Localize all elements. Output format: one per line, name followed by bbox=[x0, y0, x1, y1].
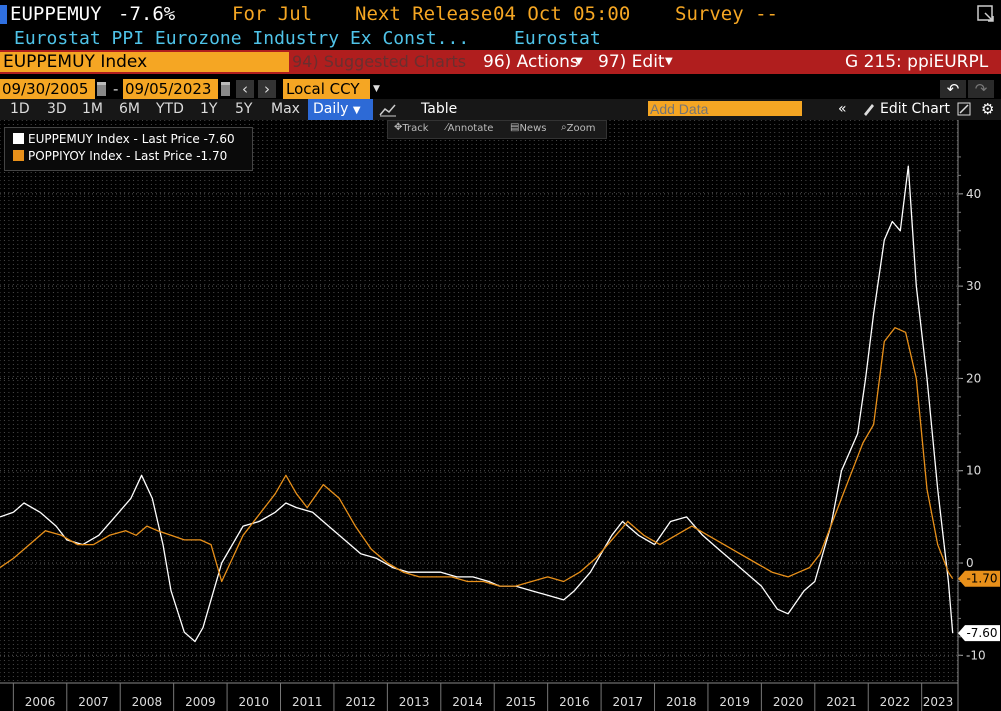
y-tick-label: 30 bbox=[966, 279, 981, 293]
legend[interactable]: EUPPEMUY Index - Last Price -7.60 POPPIY… bbox=[4, 127, 253, 171]
end-date-input[interactable]: 09/05/2023 bbox=[123, 79, 218, 99]
news-tool[interactable]: ▤ News bbox=[510, 122, 546, 134]
news-label: News bbox=[519, 123, 547, 134]
x-tick-label: 2020 bbox=[773, 695, 804, 709]
period-5y[interactable]: 5Y bbox=[235, 99, 252, 120]
legend-swatch-1 bbox=[13, 133, 24, 144]
y-tick-label: 40 bbox=[966, 187, 981, 201]
x-tick-label: 2007 bbox=[78, 695, 109, 709]
legend-item-2[interactable]: POPPIYOY Index - Last Price -1.70 bbox=[13, 149, 227, 163]
y-tick-label: -10 bbox=[966, 648, 986, 662]
x-tick-label: 2023 bbox=[923, 695, 954, 709]
end-calendar-icon[interactable] bbox=[221, 82, 230, 96]
ticker[interactable]: EUPPEMUY bbox=[10, 0, 102, 28]
x-tick-label: 2015 bbox=[506, 695, 537, 709]
edit-chart-button[interactable]: Edit Chart bbox=[880, 99, 950, 120]
plot-background bbox=[0, 120, 958, 683]
description: Eurostat PPI Eurozone Industry Ex Const.… bbox=[14, 28, 470, 49]
date-range-bar: 09/30/2005 - 09/05/2023 ‹ › Local CCY ▼ … bbox=[0, 79, 1001, 101]
x-tick-label: 2021 bbox=[826, 695, 857, 709]
collapse-icon[interactable]: « bbox=[838, 99, 847, 120]
zoom-tool[interactable]: ⌕ Zoom bbox=[561, 122, 595, 134]
source: Eurostat bbox=[514, 28, 601, 49]
x-tick-label: 2011 bbox=[292, 695, 323, 709]
y-tick-label: 10 bbox=[966, 464, 981, 478]
period-bar: 1D 3D 1M 6M YTD 1Y 5Y Max Daily ▼ Table … bbox=[0, 99, 1001, 120]
last-price-label-2: -1.70 bbox=[966, 572, 997, 586]
chart-id: G 215: ppiEURPL bbox=[845, 52, 989, 72]
table-button[interactable]: Table bbox=[421, 99, 457, 120]
start-calendar-icon[interactable] bbox=[97, 82, 106, 96]
suggested-charts-button[interactable]: 94) Suggested Charts bbox=[292, 50, 466, 74]
pencil-icon bbox=[862, 101, 876, 121]
zoom-label: Zoom bbox=[566, 123, 596, 134]
line-chart-icon[interactable] bbox=[379, 101, 397, 121]
annotate-label: Annotate bbox=[447, 123, 494, 134]
ticker-flag bbox=[0, 5, 7, 24]
x-tick-label: 2006 bbox=[25, 695, 56, 709]
x-tick-label: 2019 bbox=[719, 695, 750, 709]
command-bar: EUPPEMUY Index 94) Suggested Charts 96) … bbox=[0, 50, 1001, 74]
x-tick-label: 2012 bbox=[345, 695, 376, 709]
x-tick-label: 2010 bbox=[239, 695, 270, 709]
range-separator: - bbox=[113, 80, 119, 98]
next-release-value: 04 Oct 05:00 bbox=[493, 3, 631, 25]
period-ytd[interactable]: YTD bbox=[156, 99, 184, 120]
edit-caret-icon: ▼ bbox=[665, 56, 673, 67]
period-1m[interactable]: 1M bbox=[82, 99, 103, 120]
x-tick-label: 2014 bbox=[452, 695, 483, 709]
legend-label-2: POPPIYOY Index - Last Price -1.70 bbox=[28, 149, 228, 163]
redo-icon[interactable]: ↷ bbox=[968, 80, 994, 98]
period-1y[interactable]: 1Y bbox=[200, 99, 217, 120]
add-data-input[interactable] bbox=[648, 101, 802, 116]
frequency-select[interactable]: Daily ▼ bbox=[308, 99, 373, 120]
start-date-input[interactable]: 09/30/2005 bbox=[0, 79, 95, 99]
x-tick-label: 2016 bbox=[559, 695, 590, 709]
chart-settings-icon[interactable] bbox=[957, 102, 971, 120]
period-1d[interactable]: 1D bbox=[10, 99, 30, 120]
quote-header: EUPPEMUY -7.6% For Jul Next Release 04 O… bbox=[0, 0, 1001, 28]
chart-tools: ✥ Track ⁄ Annotate ▤ News ⌕ Zoom bbox=[387, 120, 607, 139]
last-value: -7.6% bbox=[118, 3, 176, 25]
undo-icon[interactable]: ↶ bbox=[940, 80, 966, 98]
x-tick-label: 2013 bbox=[399, 695, 430, 709]
track-tool[interactable]: ✥ Track bbox=[394, 122, 429, 134]
edit-button[interactable]: 97) Edit bbox=[598, 50, 665, 74]
actions-caret-icon: ▼ bbox=[575, 56, 583, 67]
annotate-tool[interactable]: ⁄ Annotate bbox=[446, 122, 493, 134]
frequency-label: Daily bbox=[313, 101, 349, 117]
legend-item-1[interactable]: EUPPEMUY Index - Last Price -7.60 bbox=[13, 132, 235, 146]
currency-select[interactable]: Local CCY bbox=[283, 79, 370, 99]
track-label: Track bbox=[402, 123, 429, 134]
x-tick-label: 2009 bbox=[185, 695, 216, 709]
x-tick-label: 2018 bbox=[666, 695, 697, 709]
period-6m[interactable]: 6M bbox=[119, 99, 140, 120]
period-max[interactable]: Max bbox=[271, 99, 300, 120]
period: For Jul bbox=[232, 3, 313, 25]
last-price-label-1: -7.60 bbox=[966, 626, 997, 640]
actions-button[interactable]: 96) Actions bbox=[483, 50, 579, 74]
gear-icon[interactable]: ⚙ bbox=[981, 99, 994, 120]
popout-icon[interactable] bbox=[976, 4, 994, 22]
survey: Survey -- bbox=[675, 3, 778, 25]
x-tick-label: 2017 bbox=[613, 695, 644, 709]
x-tick-label: 2008 bbox=[132, 695, 163, 709]
description-row: Eurostat PPI Eurozone Industry Ex Const.… bbox=[0, 28, 1001, 50]
prev-range-button[interactable]: ‹ bbox=[236, 80, 254, 98]
chart-area[interactable]: 403020100-102006 2007 2008 2009 2010 2011 2012… bbox=[0, 120, 1001, 711]
next-release-label: Next Release bbox=[355, 3, 493, 25]
next-range-button[interactable]: › bbox=[258, 80, 276, 98]
legend-swatch-2 bbox=[13, 150, 24, 161]
frequency-caret-icon: ▼ bbox=[352, 105, 361, 116]
security-field[interactable]: EUPPEMUY Index bbox=[0, 52, 289, 72]
period-3d[interactable]: 3D bbox=[47, 99, 67, 120]
y-tick-label: 20 bbox=[966, 371, 981, 385]
x-tick-label: 2022 bbox=[880, 695, 911, 709]
currency-caret-icon: ▼ bbox=[373, 84, 380, 94]
legend-label-1: EUPPEMUY Index - Last Price -7.60 bbox=[28, 132, 235, 146]
y-tick-label: 0 bbox=[966, 556, 974, 570]
